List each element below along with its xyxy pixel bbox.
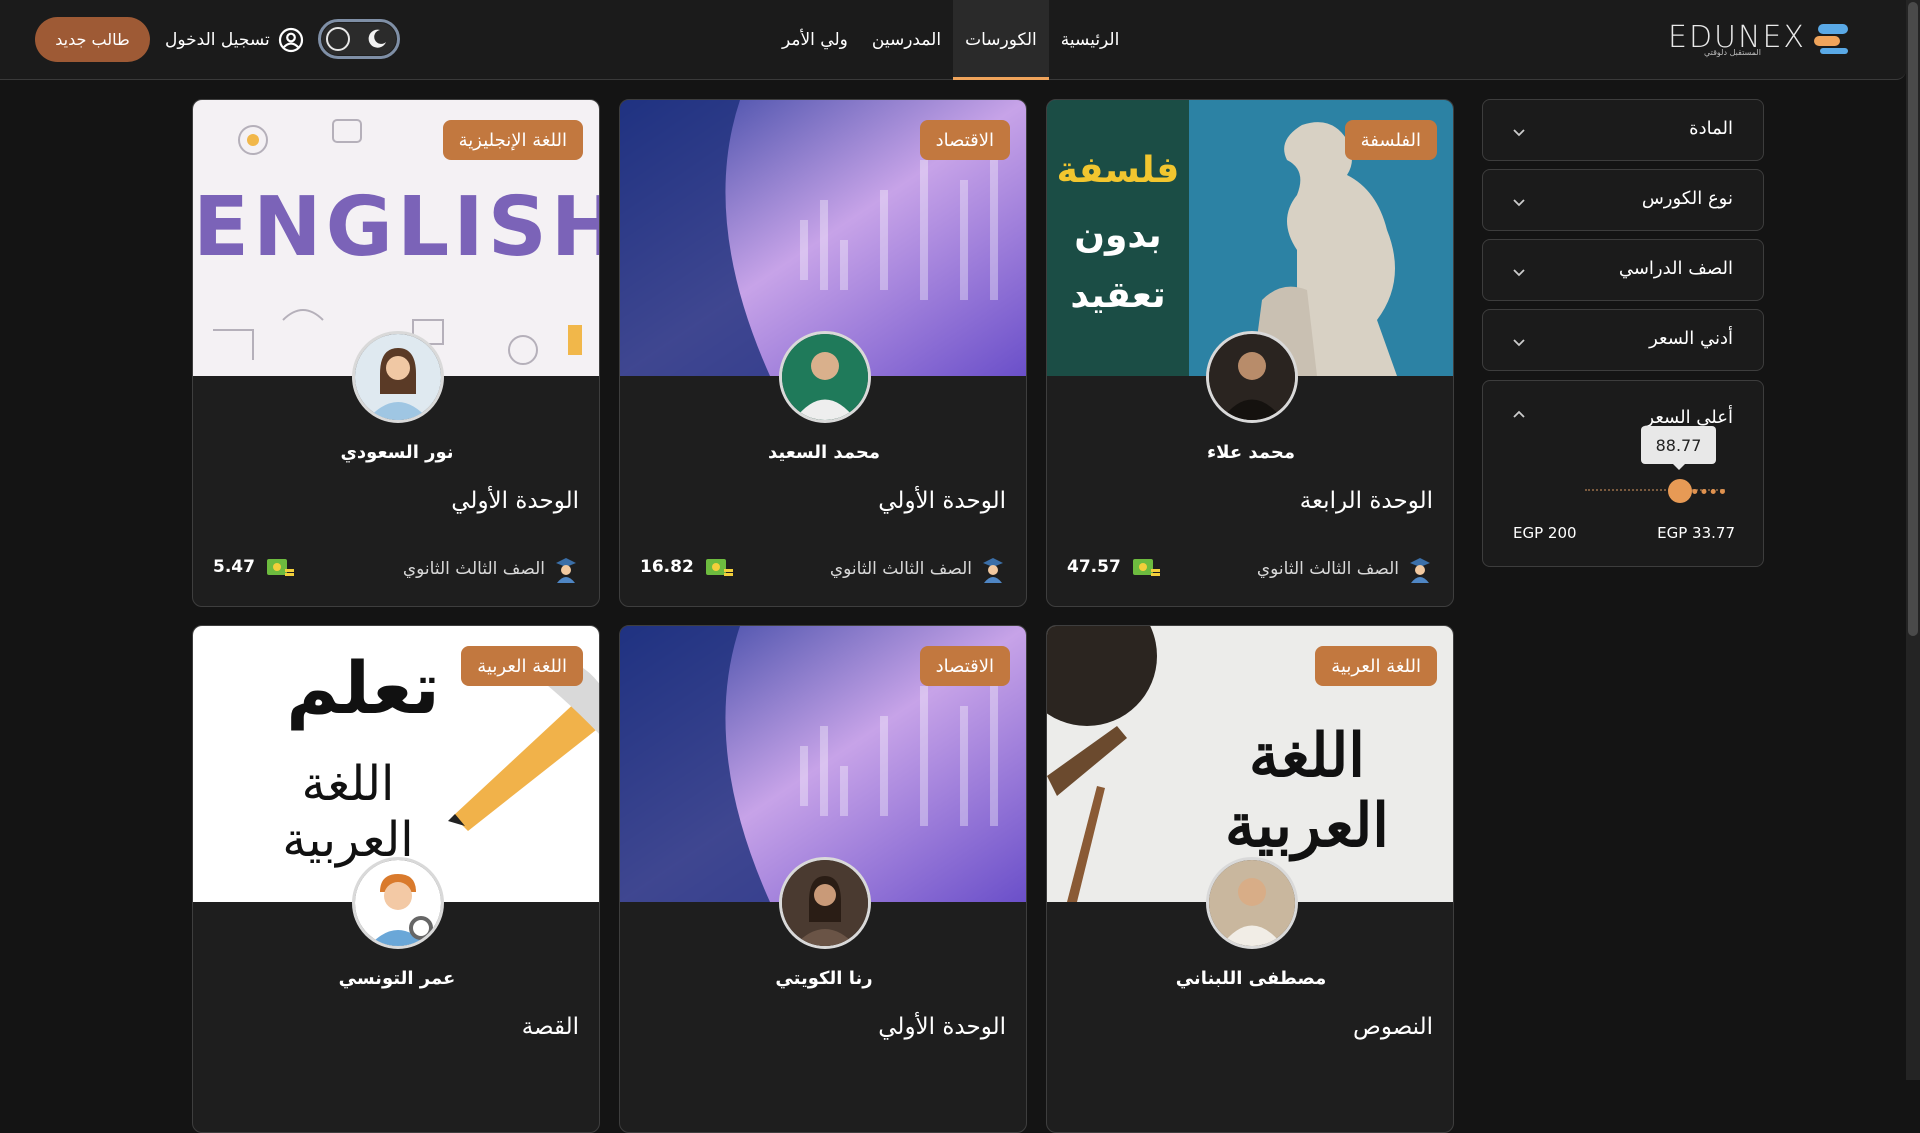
chevron-down-icon [1513,199,1525,207]
filter-course-type[interactable]: نوع الكورس [1482,169,1764,231]
thumb-text-line-1: فلسفة [1056,150,1180,191]
nav-teachers[interactable]: المدرسين [860,0,953,80]
grade-label: الصف الثالث الثانوي [829,559,972,579]
subject-badge: الفلسفة [1344,120,1437,160]
money-icon [705,559,733,576]
scrollbar-thumb[interactable] [1908,2,1918,636]
chevron-down-icon [1513,129,1525,137]
brand-mark-icon [1813,20,1850,56]
thumb-calligraphy-text: اللغة العربية [1225,721,1389,861]
filter-min-price-label: أدني السعر [1649,328,1733,349]
grade-label: الصف الثالث الثانوي [402,559,545,579]
top-navbar: EDUNEX المستقبل دلوقتي الرئيسية الكورسات… [0,0,1906,80]
login-label: تسجيل الدخول [165,30,270,50]
teacher-name[interactable]: عمر التونسي [193,968,599,989]
nav-home[interactable]: الرئيسية [1049,0,1132,80]
price-value: 16.82 [640,557,694,577]
subject-badge: اللغة العربية [1315,646,1437,686]
thumb-calligraphy-text: اللغة العربية [282,756,414,868]
price-value: 47.57 [1067,557,1121,577]
money-icon [266,559,294,576]
graduate-icon [556,558,576,583]
course-price: 16.82 [640,555,734,579]
course-grade: الصف الثالث الثانوي [403,555,579,583]
money-icon [1132,559,1160,576]
slider-thumb[interactable] [1668,479,1692,503]
chevron-up-icon[interactable] [1511,407,1527,423]
filter-grade-label: الصف الدراسي [1618,258,1733,279]
slider-value-tooltip: 88.77 [1641,426,1716,470]
nav-courses[interactable]: الكورسات [953,0,1049,80]
moon-icon [368,29,386,48]
course-card[interactable]: ENGLISH اللغة الإنجليزية نور السعودي الو… [192,99,600,607]
thumb-text-line-2: بدون [1074,215,1162,256]
brand-tagline: المستقبل دلوقتي [1704,48,1761,57]
course-grade: الصف الثالث الثانوي [1257,555,1433,583]
course-card[interactable]: الاقتصاد رنا الكويتي الوحدة الأولي [619,625,1027,1133]
teacher-avatar [779,331,871,423]
teacher-avatar [352,857,444,949]
course-grade: الصف الثالث الثانوي [830,555,1006,583]
subject-badge: الاقتصاد [919,646,1010,686]
teacher-name[interactable]: محمد السعيد [620,442,1026,463]
course-unit: الوحدة الأولي [878,488,1006,514]
page-scrollbar[interactable] [1906,0,1920,1080]
teacher-avatar [1206,331,1298,423]
new-student-button[interactable]: طالب جديد [35,17,150,62]
price-range-max: EGP 200 [1513,524,1577,542]
course-price: 5.47 [213,555,295,579]
course-card[interactable]: الاقتصاد محمد السعيد الوحدة الأولي الصف … [619,99,1027,607]
theme-toggle[interactable] [318,19,400,59]
course-unit: القصة [521,1014,579,1040]
price-range-min: EGP 33.77 [1657,524,1735,542]
course-card[interactable]: فلسفة بدون تعقيد الفلسفة محمد علاء الوحد… [1046,99,1454,607]
filter-subject[interactable]: المادة [1482,99,1764,161]
graduate-icon [983,558,1003,583]
thumb-learn-word: تعلم [286,646,440,730]
price-value: 5.47 [213,557,255,577]
login-link[interactable]: تسجيل الدخول [165,22,304,58]
teacher-name[interactable]: نور السعودي [193,442,599,463]
filter-grade[interactable]: الصف الدراسي [1482,239,1764,301]
course-unit: الوحدة الأولي [878,1014,1006,1040]
filter-min-price[interactable]: أدني السعر [1482,309,1764,371]
teacher-avatar [352,331,444,423]
filter-max-price-label: أعلى السعر [1645,407,1733,428]
teacher-avatar [779,857,871,949]
course-unit: الوحدة الرابعة [1299,488,1433,514]
course-card[interactable]: تعلم اللغة العربية اللغة العربية عمر الت… [192,625,600,1133]
chevron-down-icon [1513,339,1525,347]
toggle-knob [326,27,350,51]
teacher-name[interactable]: رنا الكويتي [620,968,1026,989]
grade-label: الصف الثالث الثانوي [1256,559,1399,579]
subject-badge: الاقتصاد [919,120,1010,160]
course-unit: النصوص [1353,1014,1433,1040]
course-price: 47.57 [1067,555,1161,579]
teacher-name[interactable]: محمد علاء [1047,442,1453,463]
teacher-avatar [1206,857,1298,949]
filter-max-price: أعلى السعر 88.77 EGP 33.77 EGP 200 [1482,380,1764,567]
filter-course-type-label: نوع الكورس [1641,188,1733,209]
user-circle-icon [278,27,303,53]
graduate-icon [1410,558,1430,583]
course-card[interactable]: اللغة العربية اللغة العربية مصطفى اللبنا… [1046,625,1454,1133]
course-unit: الوحدة الأولي [451,488,579,514]
filter-subject-label: المادة [1689,118,1733,139]
nav-parent[interactable]: ولي الأمر [770,0,860,80]
main-nav: الرئيسية الكورسات المدرسين ولي الأمر [770,0,1131,80]
thumb-english-word: ENGLISH [193,180,600,275]
teacher-name[interactable]: مصطفى اللبناني [1047,968,1453,989]
thumb-text-line-3: تعقيد [1070,275,1166,316]
subject-badge: اللغة العربية [461,646,583,686]
brand-logo[interactable]: EDUNEX المستقبل دلوقتي [1668,18,1858,58]
chevron-down-icon [1513,269,1525,277]
subject-badge: اللغة الإنجليزية [442,120,583,160]
